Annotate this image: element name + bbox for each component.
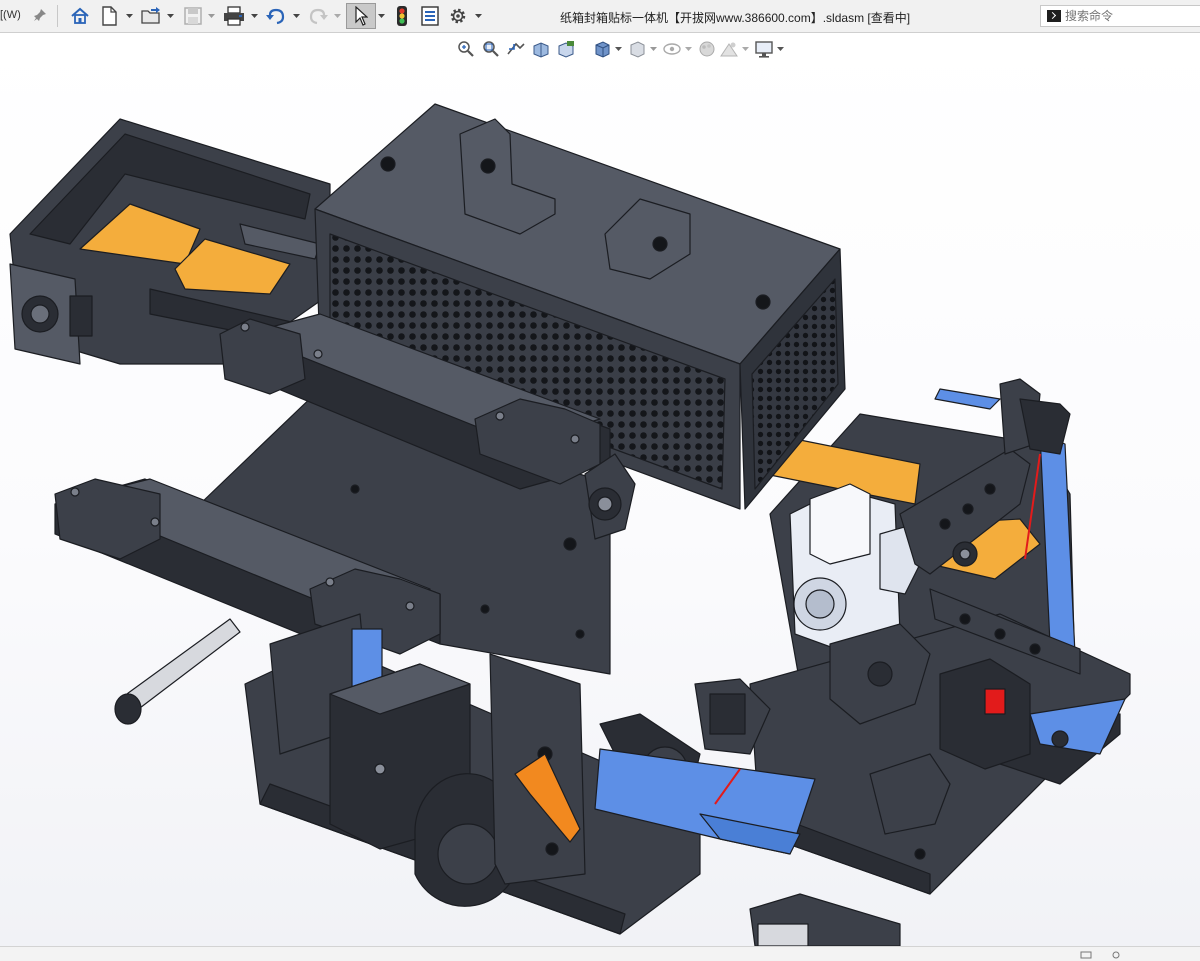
print-dropdown-caret[interactable] bbox=[250, 9, 258, 23]
undo-icon[interactable] bbox=[264, 4, 288, 28]
new-dropdown-caret[interactable] bbox=[125, 9, 133, 23]
file-properties-icon[interactable] bbox=[418, 4, 442, 28]
carton-sealing-labeling-machine-model[interactable] bbox=[0, 34, 1200, 946]
rebuild-traffic-light-icon[interactable] bbox=[390, 4, 414, 28]
redo-icon[interactable] bbox=[306, 4, 330, 28]
command-search-input[interactable] bbox=[1065, 8, 1195, 24]
options-dropdown-caret[interactable] bbox=[474, 9, 482, 23]
partial-bottom-assembly bbox=[749, 893, 901, 946]
status-bar bbox=[0, 946, 1200, 961]
select-dropdown-caret[interactable] bbox=[377, 9, 385, 23]
command-prompt-icon bbox=[1047, 10, 1061, 22]
window-menu-stub[interactable]: [(W) bbox=[0, 9, 21, 21]
guide-rod bbox=[114, 618, 241, 725]
redo-dropdown-caret[interactable] bbox=[333, 9, 341, 23]
upper-blue-belt bbox=[934, 388, 1001, 410]
home-icon[interactable] bbox=[68, 4, 92, 28]
status-indicator-icon[interactable] bbox=[1080, 948, 1092, 960]
print-icon[interactable] bbox=[222, 4, 246, 28]
open-dropdown-caret[interactable] bbox=[166, 9, 174, 23]
save-icon[interactable] bbox=[181, 4, 205, 28]
graphics-viewport[interactable] bbox=[0, 34, 1200, 946]
save-dropdown-caret[interactable] bbox=[207, 9, 215, 23]
status-options-icon[interactable] bbox=[1110, 948, 1122, 960]
undo-dropdown-caret[interactable] bbox=[292, 9, 300, 23]
select-cursor-icon[interactable] bbox=[346, 3, 376, 29]
new-document-icon[interactable] bbox=[97, 4, 121, 28]
title-toolbar-bar: [(W) 纸箱封箱贴标一体机【开拔网www.386600.com】.sldasm… bbox=[0, 0, 1200, 33]
command-search-box[interactable] bbox=[1040, 5, 1200, 27]
options-gear-icon[interactable] bbox=[446, 4, 470, 28]
document-title: 纸箱封箱贴标一体机【开拔网www.386600.com】.sldasm [查看中… bbox=[560, 11, 911, 25]
open-folder-icon[interactable] bbox=[139, 4, 163, 28]
toolbar-separator bbox=[57, 5, 58, 27]
solidworks-window: [(W) 纸箱封箱贴标一体机【开拔网www.386600.com】.sldasm… bbox=[0, 0, 1200, 961]
pin-icon[interactable] bbox=[33, 8, 47, 22]
